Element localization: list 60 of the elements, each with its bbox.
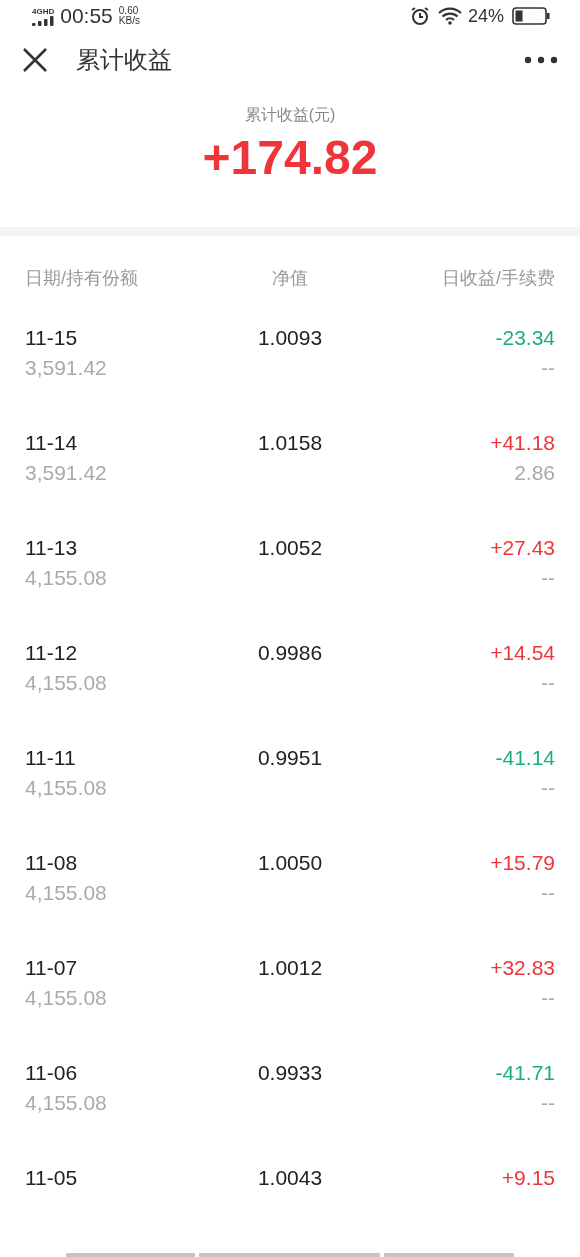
shares-text: 4,155.08 xyxy=(25,986,107,1010)
nav-text: 1.0158 xyxy=(257,431,323,455)
speed-unit: KB/s xyxy=(118,16,140,27)
close-button[interactable] xyxy=(22,46,48,73)
fee-text: -- xyxy=(541,566,555,590)
nav-text: 1.0093 xyxy=(257,326,323,350)
alarm-icon xyxy=(409,6,430,27)
speed-value: 0.60 xyxy=(118,6,139,17)
profit-text: +15.79 xyxy=(490,851,555,875)
network-label: 4GHD xyxy=(32,6,55,16)
column-header: 日收益/手续费 xyxy=(441,267,555,290)
fee-text: -- xyxy=(541,986,555,1010)
profit-text: -23.34 xyxy=(495,326,555,350)
nav-text: 0.9933 xyxy=(257,1061,323,1085)
status-time: 00:55 xyxy=(60,4,113,29)
column-header: 日期/持有份额 xyxy=(25,267,139,290)
date-text: 11-06 xyxy=(25,1061,78,1085)
nav-text: 1.0043 xyxy=(257,1166,323,1190)
battery-icon xyxy=(512,7,550,26)
nav-text: 1.0050 xyxy=(257,851,323,875)
date-text: 11-14 xyxy=(25,431,78,455)
profit-text: +32.83 xyxy=(490,956,555,980)
summary-label: 累计收益(元) xyxy=(244,105,336,126)
shares-text: 3,591.42 xyxy=(25,356,107,380)
column-header: 净值 xyxy=(271,267,309,290)
fee-text: -- xyxy=(541,356,555,380)
page-title: 累计收益 xyxy=(76,44,173,75)
date-text: 11-05 xyxy=(25,1166,78,1190)
shares-text: 4,155.08 xyxy=(25,1091,107,1115)
fee-text: -- xyxy=(541,671,555,695)
summary-value: +174.82 xyxy=(202,130,378,186)
fee-text: -- xyxy=(541,1091,555,1115)
shares-text: 4,155.08 xyxy=(25,881,107,905)
date-text: 11-13 xyxy=(25,536,78,560)
profit-text: +14.54 xyxy=(490,641,555,665)
shares-text: 3,591.42 xyxy=(25,461,107,485)
profit-text: +41.18 xyxy=(490,431,555,455)
shares-text: 4,155.08 xyxy=(25,776,107,800)
date-text: 11-07 xyxy=(25,956,78,980)
wifi-icon xyxy=(437,7,462,26)
date-text: 11-08 xyxy=(25,851,78,875)
shares-text: 4,155.08 xyxy=(25,566,107,590)
shares-text: 4,155.08 xyxy=(25,671,107,695)
date-text: 11-12 xyxy=(25,641,78,665)
profit-text: -41.14 xyxy=(495,746,555,770)
more-button[interactable] xyxy=(524,55,558,64)
date-text: 11-15 xyxy=(25,326,78,350)
profit-text: -41.71 xyxy=(495,1061,555,1085)
nav-text: 1.0012 xyxy=(257,956,323,980)
nav-text: 1.0052 xyxy=(257,536,323,560)
profit-text: +9.15 xyxy=(501,1166,555,1190)
signal-icon xyxy=(32,15,55,26)
date-text: 11-11 xyxy=(25,746,76,770)
fee-text: 2.86 xyxy=(514,461,555,485)
nav-text: 0.9986 xyxy=(257,641,323,665)
fee-text: -- xyxy=(541,881,555,905)
profit-text: +27.43 xyxy=(490,536,555,560)
battery-percent: 24% xyxy=(467,5,504,27)
fee-text: -- xyxy=(541,776,555,800)
nav-text: 0.9951 xyxy=(257,746,323,770)
